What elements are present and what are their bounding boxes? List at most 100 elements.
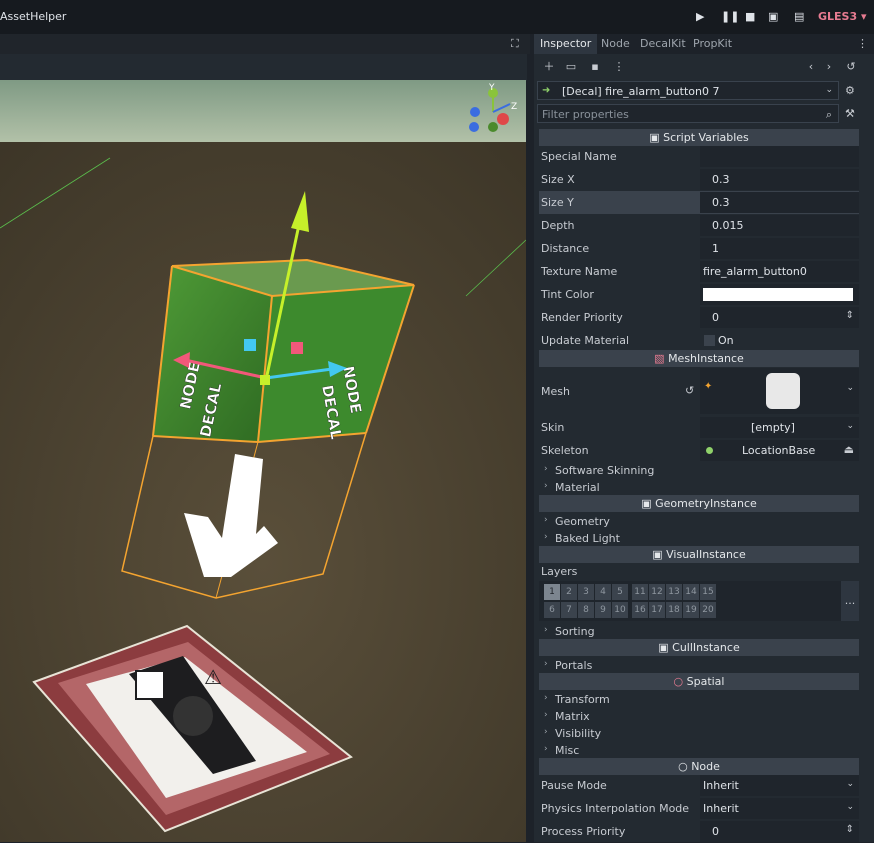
layer-cell[interactable]: 6 [544, 602, 560, 618]
object-selector[interactable]: ➜ [Decal] fire_alarm_button0 7 ⌄ [537, 81, 839, 100]
size-y-field[interactable]: 0.3 [700, 192, 859, 213]
play-scene-icon[interactable]: ▣ [768, 10, 778, 23]
section-visual-instance[interactable]: ▣ VisualInstance [539, 546, 859, 563]
layers-more-button[interactable]: ... [841, 581, 859, 621]
depth-field[interactable]: 0.015 [700, 215, 859, 236]
section-mesh-instance[interactable]: ▧ MeshInstance [539, 350, 859, 367]
prop-label: Size X [541, 173, 575, 186]
inspector-panel: Inspector Node DecalKit PropKit ⋮ ＋ ▭ ▪ … [534, 34, 874, 842]
prop-label: Update Material [541, 334, 630, 347]
pause-icon[interactable]: ❚❚ [721, 10, 739, 23]
layer-cell[interactable]: 11 [632, 584, 648, 600]
stop-icon[interactable]: ■ [745, 10, 755, 23]
play-icon[interactable]: ▶ [696, 10, 704, 23]
layer-cell[interactable]: 2 [561, 584, 577, 600]
special-name-field[interactable] [700, 146, 859, 167]
layer-cell[interactable]: 12 [649, 584, 665, 600]
skin-resource-picker[interactable]: [empty] ⌄ [700, 417, 859, 438]
layer-cell[interactable]: 15 [700, 584, 716, 600]
chevron-right-icon: › [544, 532, 548, 542]
prop-label: Mesh [541, 385, 570, 398]
renderer-select[interactable]: GLES3 ▾ [818, 10, 866, 23]
pause-mode-select[interactable]: Inherit ⌄ [700, 775, 859, 796]
texture-name-field[interactable]: fire_alarm_button0 [700, 261, 859, 282]
more-icon[interactable]: ⋮ [613, 61, 625, 73]
tab-node[interactable]: Node [595, 34, 636, 54]
skeleton-node-path[interactable]: LocationBase ⏏ [700, 440, 859, 461]
viewport-tab-bar [0, 54, 527, 81]
chevron-down-icon: ⌄ [846, 421, 854, 431]
new-resource-icon[interactable]: ＋ [543, 61, 555, 73]
group-visibility[interactable]: › Visibility [539, 725, 859, 742]
spinner-icon[interactable]: ⇕ [846, 310, 854, 321]
tab-inspector[interactable]: Inspector [534, 34, 598, 54]
section-spatial[interactable]: ○ Spatial [539, 673, 859, 690]
layer-cell[interactable]: 18 [666, 602, 682, 618]
prop-skeleton: Skeleton LocationBase ⏏ [539, 439, 859, 462]
back-icon[interactable]: ‹ [805, 61, 817, 73]
tool-icon[interactable]: ⚙ [845, 84, 855, 97]
prop-label: Depth [541, 219, 575, 232]
size-x-field[interactable]: 0.3 [700, 169, 859, 190]
distance-field[interactable]: 1 [700, 238, 859, 259]
group-software-skinning[interactable]: › Software Skinning [539, 462, 859, 479]
physics-interpolation-select[interactable]: Inherit ⌄ [700, 798, 859, 819]
prop-label: Texture Name [541, 265, 618, 278]
spinner-icon[interactable]: ⇕ [846, 824, 854, 835]
mesh-resource-picker[interactable]: ✦ ⌄ [700, 368, 859, 414]
settings-icon[interactable]: ⚒ [845, 107, 855, 120]
prop-mesh: Mesh ↺ ✦ ⌄ [539, 368, 859, 416]
layer-cell[interactable]: 5 [612, 584, 628, 600]
clear-icon[interactable]: ⏏ [844, 443, 854, 456]
prop-label: Physics Interpolation Mode [541, 802, 690, 815]
layer-cell[interactable]: 7 [561, 602, 577, 618]
layer-cell[interactable]: 14 [683, 584, 699, 600]
layer-cell[interactable]: 19 [683, 602, 699, 618]
tab-decalkit[interactable]: DecalKit [634, 34, 692, 54]
process-priority-spinbox[interactable]: 0 ⇕ [700, 821, 859, 842]
update-material-checkbox[interactable]: On [700, 330, 859, 351]
dock-menu-icon[interactable]: ⋮ [857, 37, 868, 50]
play-custom-icon[interactable]: ▤ [794, 10, 804, 23]
section-script-variables[interactable]: ▣ Script Variables [539, 129, 859, 146]
layer-cell[interactable]: 20 [700, 602, 716, 618]
prop-pause-mode: Pause Mode Inherit ⌄ [539, 774, 859, 797]
group-sorting[interactable]: › Sorting [539, 623, 859, 640]
layer-cell[interactable]: 10 [612, 602, 628, 618]
layer-cell[interactable]: 1 [544, 584, 560, 600]
layer-cell[interactable]: 16 [632, 602, 648, 618]
revert-icon[interactable]: ↺ [685, 384, 694, 397]
prop-label: Render Priority [541, 311, 623, 324]
tint-color-picker[interactable] [700, 284, 859, 305]
section-cull-instance[interactable]: ▣ CullInstance [539, 639, 859, 656]
open-folder-icon[interactable]: ▭ [565, 61, 577, 73]
group-geometry[interactable]: › Geometry [539, 513, 859, 530]
group-portals[interactable]: › Portals [539, 657, 859, 674]
prop-label: Pause Mode [541, 779, 607, 792]
layer-cell[interactable]: 17 [649, 602, 665, 618]
tab-propkit[interactable]: PropKit [687, 34, 738, 54]
group-material[interactable]: › Material [539, 479, 859, 496]
layer-cell[interactable]: 8 [578, 602, 594, 618]
filter-field[interactable]: ⌕ [537, 104, 839, 123]
render-priority-spinbox[interactable]: 0 ⇕ [700, 307, 859, 328]
prop-texture-name: Texture Name fire_alarm_button0 [539, 260, 859, 283]
section-node[interactable]: ○ Node [539, 758, 859, 775]
group-transform[interactable]: › Transform [539, 691, 859, 708]
checkbox-icon[interactable] [704, 335, 715, 346]
prop-label: Skeleton [541, 444, 589, 457]
filter-input[interactable] [542, 107, 812, 121]
layer-cell[interactable]: 4 [595, 584, 611, 600]
layer-cell[interactable]: 3 [578, 584, 594, 600]
forward-icon[interactable]: › [823, 61, 835, 73]
save-icon[interactable]: ▪ [589, 61, 601, 73]
group-matrix[interactable]: › Matrix [539, 708, 859, 725]
section-geometry-instance[interactable]: ▣ GeometryInstance [539, 495, 859, 512]
layer-cell[interactable]: 13 [666, 584, 682, 600]
layer-cell[interactable]: 9 [595, 602, 611, 618]
3d-viewport[interactable]: Y Z NODE DECAL NODE DECAL ⚠ [0, 80, 526, 842]
expand-icon[interactable]: ⛶ [511, 37, 519, 51]
history-icon[interactable]: ↺ [845, 61, 857, 73]
group-misc[interactable]: › Misc [539, 742, 859, 759]
group-baked-light[interactable]: › Baked Light [539, 530, 859, 547]
